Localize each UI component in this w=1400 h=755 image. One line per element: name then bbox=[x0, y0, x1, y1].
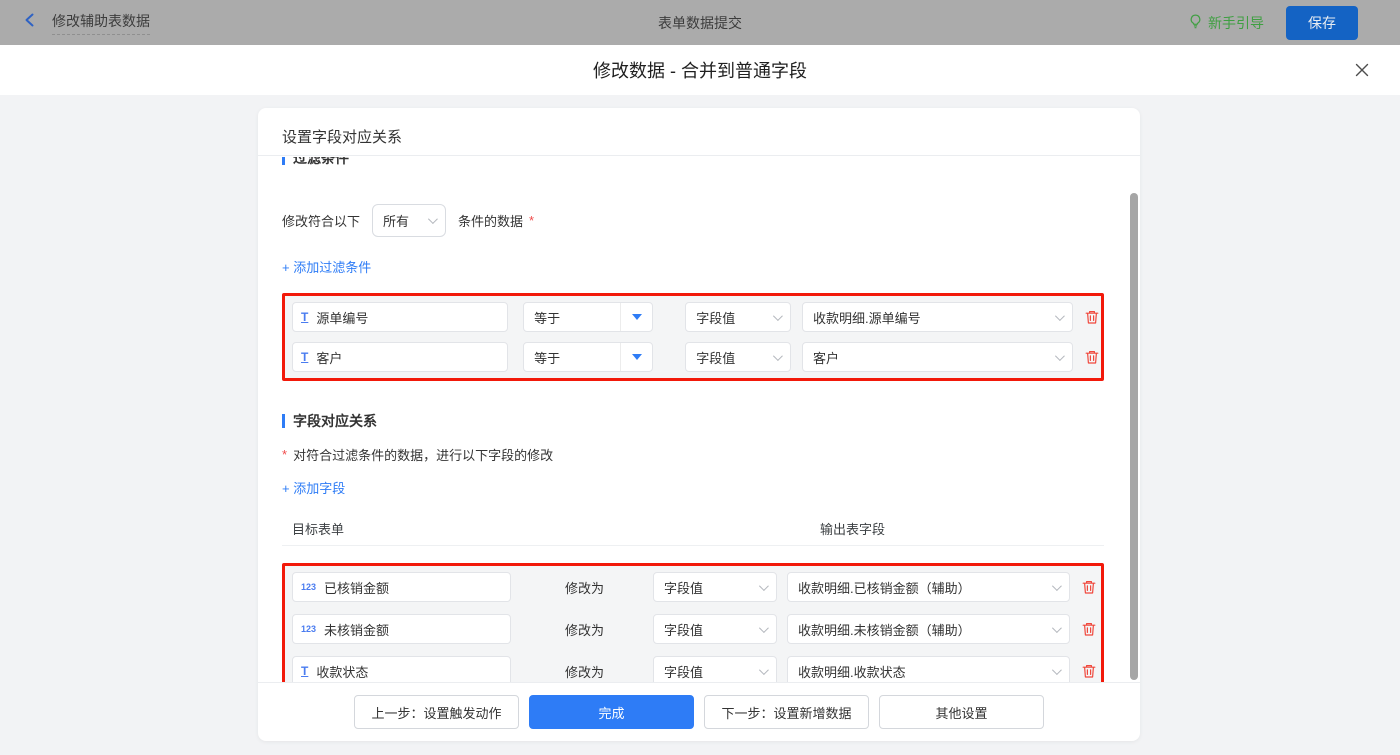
mapping-row: T 收款状态 修改为 字段值 收款明细.收款状态 bbox=[292, 656, 1101, 682]
output-field-select[interactable]: 收款明细.未核销金额（辅助） bbox=[787, 614, 1070, 644]
value-type-select[interactable]: 字段值 bbox=[653, 614, 777, 644]
chevron-down-icon bbox=[1052, 581, 1062, 591]
text-field-icon: T bbox=[301, 350, 308, 364]
chevron-down-icon bbox=[773, 311, 783, 321]
chevron-down-icon bbox=[428, 214, 438, 224]
done-button[interactable]: 完成 bbox=[529, 695, 694, 729]
target-form-column-header: 目标表单 bbox=[292, 519, 344, 538]
value-type-select[interactable]: 字段值 bbox=[653, 572, 777, 602]
delete-row-trash-icon[interactable] bbox=[1080, 620, 1098, 638]
number-field-icon: 123 bbox=[301, 624, 316, 634]
output-field-column-header: 输出表字段 bbox=[820, 519, 885, 538]
divider bbox=[282, 545, 1104, 546]
prev-step-button[interactable]: 上一步：设置触发动作 bbox=[354, 695, 519, 729]
value-type-select[interactable]: 字段值 bbox=[685, 342, 791, 372]
chevron-down-icon bbox=[1055, 311, 1065, 321]
filter-row: T 源单编号 等于 字段值 收款明细.源单编号 bbox=[292, 302, 1101, 332]
add-filter-condition-link[interactable]: + 添加过滤条件 bbox=[282, 257, 371, 276]
required-mark: * bbox=[529, 213, 534, 228]
delete-row-trash-icon[interactable] bbox=[1083, 348, 1101, 366]
filter-rows-highlight-box: T 源单编号 等于 字段值 收款明细.源单编号 bbox=[282, 293, 1104, 381]
scroll-content: 过滤条件 修改符合以下 所有 条件的数据 * + 添加过滤条件 T 源单编号 等… bbox=[258, 157, 1140, 682]
scrollbar-thumb[interactable] bbox=[1130, 193, 1138, 680]
value-select[interactable]: 收款明细.源单编号 bbox=[802, 302, 1073, 332]
add-field-link[interactable]: + 添加字段 bbox=[282, 478, 345, 497]
chevron-down-icon bbox=[1055, 351, 1065, 361]
back-label[interactable]: 修改辅助表数据 bbox=[52, 11, 150, 35]
other-settings-button[interactable]: 其他设置 bbox=[879, 695, 1044, 729]
mapping-section-heading: 字段对应关系 bbox=[282, 411, 1116, 431]
beginner-guide-label: 新手引导 bbox=[1208, 13, 1264, 33]
caret-down-icon bbox=[620, 343, 652, 371]
mapping-table-header: 目标表单 输出表字段 bbox=[282, 519, 1116, 537]
operator-select[interactable]: 等于 bbox=[523, 342, 653, 372]
required-mark: * bbox=[282, 447, 287, 462]
settings-card: 设置字段对应关系 过滤条件 修改符合以下 所有 条件的数据 * + 添加过滤条件… bbox=[258, 108, 1140, 741]
filter-section-heading: 过滤条件 bbox=[282, 157, 1116, 168]
mapping-row: 123 已核销金额 修改为 字段值 收款明细.已核销金额（辅助） bbox=[292, 572, 1101, 602]
match-suffix-label: 条件的数据 bbox=[458, 211, 523, 230]
mapping-rows-highlight-box: 123 已核销金额 修改为 字段值 收款明细.已核销金额（辅助） bbox=[282, 563, 1104, 682]
match-prefix-label: 修改符合以下 bbox=[282, 211, 360, 230]
mapping-row: 123 未核销金额 修改为 字段值 收款明细.未核销金额（辅助） bbox=[292, 614, 1101, 644]
lightbulb-icon bbox=[1188, 14, 1203, 32]
dialog-header: 修改数据 - 合并到普通字段 bbox=[0, 45, 1400, 95]
back-button[interactable] bbox=[22, 12, 38, 33]
chevron-down-icon bbox=[759, 665, 769, 675]
operator-select[interactable]: 等于 bbox=[523, 302, 653, 332]
match-mode-select[interactable]: 所有 bbox=[372, 204, 446, 237]
output-field-select[interactable]: 收款明细.已核销金额（辅助） bbox=[787, 572, 1070, 602]
chevron-down-icon bbox=[1052, 665, 1062, 675]
value-select[interactable]: 客户 bbox=[802, 342, 1073, 372]
target-field-input[interactable]: 123 未核销金额 bbox=[292, 614, 511, 644]
section-accent-bar bbox=[282, 414, 285, 428]
modify-to-label: 修改为 bbox=[565, 620, 605, 639]
target-field-input[interactable]: 123 已核销金额 bbox=[292, 572, 511, 602]
dialog-title: 修改数据 - 合并到普通字段 bbox=[593, 57, 807, 83]
match-condition-row: 修改符合以下 所有 条件的数据 * bbox=[282, 204, 1116, 237]
beginner-guide-link[interactable]: 新手引导 bbox=[1188, 13, 1264, 33]
delete-row-trash-icon[interactable] bbox=[1080, 578, 1098, 596]
caret-down-icon bbox=[620, 303, 652, 331]
chevron-down-icon bbox=[1052, 623, 1062, 633]
filter-field-input[interactable]: T 客户 bbox=[292, 342, 508, 372]
filter-field-input[interactable]: T 源单编号 bbox=[292, 302, 508, 332]
value-type-select[interactable]: 字段值 bbox=[685, 302, 791, 332]
chevron-down-icon bbox=[773, 351, 783, 361]
section-accent-bar bbox=[282, 157, 285, 165]
card-footer: 上一步：设置触发动作 完成 下一步：设置新增数据 其他设置 bbox=[258, 682, 1140, 741]
topbar: 修改辅助表数据 表单数据提交 新手引导 保存 bbox=[0, 0, 1400, 45]
chevron-down-icon bbox=[759, 623, 769, 633]
delete-row-trash-icon[interactable] bbox=[1080, 662, 1098, 680]
text-field-icon: T bbox=[301, 664, 308, 678]
save-button[interactable]: 保存 bbox=[1286, 6, 1358, 40]
chevron-down-icon bbox=[759, 581, 769, 591]
output-field-select[interactable]: 收款明细.收款状态 bbox=[787, 656, 1070, 682]
target-field-input[interactable]: T 收款状态 bbox=[292, 656, 511, 682]
delete-row-trash-icon[interactable] bbox=[1083, 308, 1101, 326]
number-field-icon: 123 bbox=[301, 582, 316, 592]
mapping-description: * 对符合过滤条件的数据，进行以下字段的修改 bbox=[282, 445, 1116, 464]
value-type-select[interactable]: 字段值 bbox=[653, 656, 777, 682]
back-chevron-icon bbox=[22, 12, 38, 33]
modify-to-label: 修改为 bbox=[565, 578, 605, 597]
close-icon[interactable] bbox=[1350, 58, 1374, 82]
modify-to-label: 修改为 bbox=[565, 662, 605, 681]
next-step-button[interactable]: 下一步：设置新增数据 bbox=[704, 695, 869, 729]
filter-row: T 客户 等于 字段值 客户 bbox=[292, 342, 1101, 372]
text-field-icon: T bbox=[301, 310, 308, 324]
card-title: 设置字段对应关系 bbox=[258, 108, 1140, 156]
